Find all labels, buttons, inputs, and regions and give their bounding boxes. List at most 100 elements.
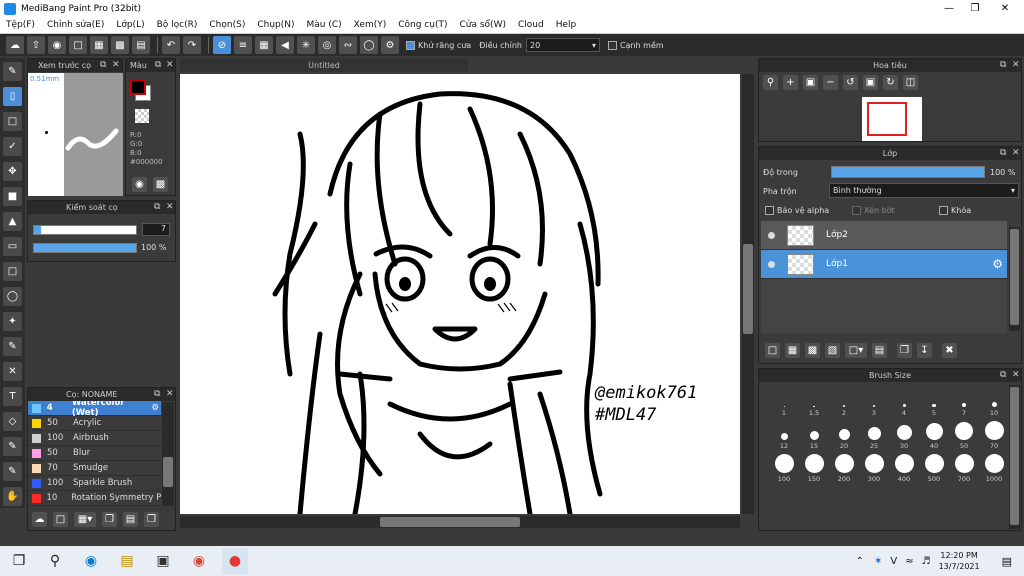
new-1bit-layer-icon[interactable]: ▧	[825, 343, 840, 358]
line-tool-icon[interactable]: ✓	[3, 137, 22, 156]
foreground-color-swatch[interactable]	[130, 79, 146, 95]
brush-item[interactable]: 70 Smudge	[28, 461, 161, 476]
add-brush-icon[interactable]: ▦▾	[74, 512, 96, 527]
text-tool-icon[interactable]: T	[3, 387, 22, 406]
brush-item[interactable]: 50 Acrylic	[28, 416, 161, 431]
grid-icon[interactable]: ▩	[111, 36, 129, 54]
brush-item[interactable]: 100 Sparkle Brush	[28, 476, 161, 491]
protect-alpha-option[interactable]: Bảo vệ alpha	[765, 206, 829, 215]
circle-snap-icon[interactable]: ◎	[318, 36, 336, 54]
visibility-icon[interactable]	[768, 231, 775, 239]
save-icon[interactable]: ▦	[90, 36, 108, 54]
close-button[interactable]: ✕	[990, 0, 1020, 17]
new-8bit-layer-icon[interactable]: ▩	[805, 343, 820, 358]
adjust-select[interactable]: 20 ▾	[525, 38, 600, 52]
canvas-horizontal-scrollbar[interactable]	[180, 516, 740, 528]
picker-tool-icon[interactable]: ✎	[3, 462, 22, 481]
scrollbar-thumb[interactable]	[380, 517, 520, 527]
notification-icon[interactable]: ▤	[1002, 555, 1012, 568]
popout-icon[interactable]: ⧉	[1000, 370, 1006, 380]
copy-icon[interactable]: ❐	[144, 512, 159, 527]
undo-icon[interactable]: ↶	[162, 36, 180, 54]
snap-option[interactable]: Cạnh mềm	[607, 40, 664, 50]
brush-size-option[interactable]: 10	[979, 386, 1009, 417]
fit-window-icon[interactable]: ▣	[803, 75, 818, 90]
transparent-color-swatch[interactable]	[135, 109, 149, 123]
rotate-left-icon[interactable]: ↺	[843, 75, 858, 90]
brush-size-option[interactable]: 30	[889, 419, 919, 450]
brush-size-option[interactable]: 300	[859, 452, 889, 483]
radial-snap-icon[interactable]: ✳	[297, 36, 315, 54]
brush-opacity-slider[interactable]	[33, 243, 137, 253]
brush-size-value[interactable]: 7	[142, 223, 170, 236]
brush-item[interactable]: 50 Blur	[28, 446, 161, 461]
lock-checkbox[interactable]	[939, 206, 948, 215]
brush-list-scrollbar[interactable]	[162, 402, 174, 506]
cross-snap-icon[interactable]: ▦	[255, 36, 273, 54]
brush-size-option[interactable]: 500	[919, 452, 949, 483]
dot-tool-icon[interactable]: □	[3, 112, 22, 131]
cloud-icon[interactable]: ☁	[6, 36, 24, 54]
snap-settings-icon[interactable]: ⚙	[381, 36, 399, 54]
snap-checkbox[interactable]	[607, 40, 617, 50]
hand-tool-icon[interactable]: ✋	[3, 487, 22, 506]
scrollbar-thumb[interactable]	[743, 244, 753, 334]
chevron-up-icon[interactable]: ⌃	[856, 556, 864, 567]
navigator-thumbnail[interactable]	[862, 97, 922, 141]
scrollbar-thumb[interactable]	[1010, 229, 1019, 325]
menu-layer[interactable]: Lớp(L)	[110, 20, 150, 30]
menu-help[interactable]: Help	[550, 20, 583, 30]
volume-icon[interactable]: ♬	[922, 556, 931, 567]
drawing-canvas[interactable]: @emikok761 #MDL47	[180, 74, 740, 514]
folder-icon[interactable]: ▤	[123, 512, 138, 527]
layer-row[interactable]: Lớp1 ⚙	[761, 250, 1007, 279]
merge-layer-icon[interactable]: ↧	[917, 343, 932, 358]
layer-list-scrollbar[interactable]	[1009, 227, 1020, 331]
zoom-in-icon[interactable]: +	[783, 75, 798, 90]
comment-icon[interactable]: ◉	[48, 36, 66, 54]
medibang-taskbar-icon[interactable]: ●	[222, 548, 248, 574]
menu-file[interactable]: Tệp(F)	[0, 20, 41, 30]
magic-wand-tool-icon[interactable]: ✦	[3, 312, 22, 331]
close-icon[interactable]: ✕	[1012, 370, 1020, 380]
layer-row[interactable]: Lớp2	[761, 221, 1007, 250]
select-tool-icon[interactable]: □	[3, 262, 22, 281]
navigator-viewport-box[interactable]	[867, 102, 907, 136]
brush-tool-icon[interactable]: ✎	[3, 62, 22, 81]
brush-size-option[interactable]: 20	[829, 419, 859, 450]
brush-item[interactable]: 10 Rotation Symmetry Pe	[28, 491, 161, 506]
cloud-brush-icon[interactable]: ☁	[32, 512, 47, 527]
zoom-out-icon[interactable]: −	[823, 75, 838, 90]
folder-icon[interactable]: ▤	[872, 343, 887, 358]
new-brush-icon[interactable]: □	[53, 512, 68, 527]
protect-alpha-checkbox[interactable]	[765, 206, 774, 215]
duplicate-layer-icon[interactable]: ❐	[897, 343, 912, 358]
gear-icon[interactable]: ⚙	[992, 257, 1003, 271]
add-layer-dropdown-icon[interactable]: □▾	[845, 343, 867, 358]
brush-size-option[interactable]: 1000	[979, 452, 1009, 483]
lasso-tool-icon[interactable]: ◯	[3, 287, 22, 306]
edge-browser-icon[interactable]: ◉	[78, 548, 104, 574]
no-snap-icon[interactable]: ⊘	[213, 36, 231, 54]
brush-size-scrollbar[interactable]	[1009, 385, 1020, 529]
parallel-snap-icon[interactable]: ≡	[234, 36, 252, 54]
menu-view[interactable]: Xem(Y)	[348, 20, 393, 30]
select-eraser-tool-icon[interactable]: ✕	[3, 362, 22, 381]
brush-size-option[interactable]: 15	[799, 419, 829, 450]
vanish-snap-icon[interactable]: ◀	[276, 36, 294, 54]
brush-size-option[interactable]: 25	[859, 419, 889, 450]
menu-color[interactable]: Màu (C)	[301, 20, 348, 30]
canvas-vertical-scrollbar[interactable]	[742, 74, 754, 514]
new-halftone-layer-icon[interactable]: ▦	[785, 343, 800, 358]
scrollbar-thumb[interactable]	[163, 457, 173, 487]
share-icon[interactable]: ⇧	[27, 36, 45, 54]
close-icon[interactable]: ✕	[112, 60, 120, 70]
document-tab[interactable]: Untitled	[180, 58, 468, 72]
vpn-icon[interactable]: V	[890, 556, 897, 567]
brush-size-option[interactable]: 2	[829, 386, 859, 417]
close-icon[interactable]: ✕	[1012, 148, 1020, 158]
zoom-fit-icon[interactable]: ⚲	[763, 75, 778, 90]
popout-icon[interactable]: ⧉	[100, 60, 106, 70]
close-icon[interactable]: ✕	[166, 60, 174, 70]
brush-size-option[interactable]: 700	[949, 452, 979, 483]
